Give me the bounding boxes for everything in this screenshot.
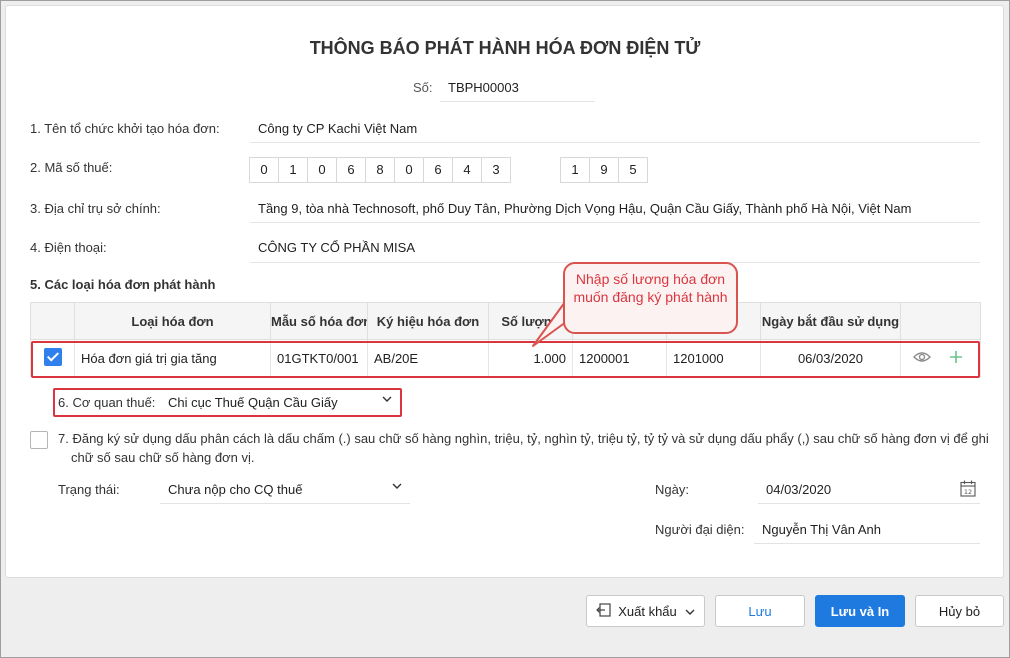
tax-code-label: 2. Mã số thuế: [30,160,113,175]
representative-input[interactable]: Nguyễn Thị Vân Anh [754,516,980,544]
col-template: Mẫu số hóa đơn [270,302,368,340]
representative-value: Nguyễn Thị Vân Anh [762,522,882,537]
tax-digit: 8 [365,157,395,183]
cancel-button[interactable]: Hủy bỏ [915,595,1004,627]
col-symbol: Ký hiệu hóa đơn [367,302,489,340]
calendar-icon[interactable]: 12 [960,480,976,500]
representative-label: Người đại diện: [655,522,745,537]
svg-text:12: 12 [964,488,972,496]
date-input[interactable]: 04/03/2020 12 [758,476,980,504]
invoice-types-title: 5. Các loại hóa đơn phát hành [30,277,216,292]
address-value: Tầng 9, tòa nhà Technosoft, phố Duy Tân,… [258,201,912,216]
tax-office-value: Chi cục Thuế Quận Cầu Giấy [168,395,338,410]
number-label: Số: [413,80,433,95]
export-label: Xuất khẩu [618,603,677,619]
tax-code-suffix[interactable]: 1 9 5 [560,157,648,183]
separator-checkbox[interactable] [30,431,48,449]
org-name-value: Công ty CP Kachi Việt Nam [258,121,418,136]
tax-digit: 6 [336,157,366,183]
separator-option-line1: 7. Đăng ký sử dụng dấu phân cách là dấu … [58,431,989,446]
separator-option-line2: chữ số sau chữ số hàng đơn vị. [71,450,255,465]
status-label: Trạng thái: [58,482,120,497]
save-button[interactable]: Lưu [715,595,805,627]
tax-digit: 5 [618,157,648,183]
phone-label: 4. Điện thoại: [30,240,107,255]
tax-digit: 3 [481,157,511,183]
export-icon [596,602,612,621]
highlight-row-box [31,341,980,378]
save-and-print-button[interactable]: Lưu và In [815,595,905,627]
table-header-row: Loại hóa đơn Mẫu số hóa đơn Ký hiệu hóa … [30,302,981,340]
tax-office-label: 6. Cơ quan thuế: [58,395,156,410]
tax-digit: 0 [249,157,279,183]
callout-tooltip: Nhập số lương hóa đơn muốn đăng ký phát … [563,262,738,334]
col-select [30,302,75,340]
page-title: THÔNG BÁO PHÁT HÀNH HÓA ĐƠN ĐIỆN TỬ [309,38,701,58]
export-button[interactable]: Xuất khẩu [586,595,705,627]
tax-digit: 1 [560,157,590,183]
number-input[interactable]: TBPH00003 [440,74,595,102]
tax-digit: 6 [423,157,453,183]
tax-digit: 1 [278,157,308,183]
divider [250,142,980,143]
chevron-down-icon [685,604,695,619]
phone-value: CÔNG TY CỔ PHẦN MISA [258,240,415,255]
date-value: 04/03/2020 [766,482,832,497]
chevron-down-icon [382,396,392,403]
tax-digit: 0 [394,157,424,183]
status-value: Chưa nộp cho CQ thuế [168,482,303,497]
divider [250,222,980,223]
col-start-date: Ngày bắt đầu sử dụng [760,302,901,340]
status-select[interactable]: Chưa nộp cho CQ thuế [160,476,410,504]
chevron-down-icon [392,483,402,490]
tax-code-digits[interactable]: 0 1 0 6 8 0 6 4 3 [249,157,511,183]
col-actions [900,302,981,340]
org-name-label: 1. Tên tổ chức khởi tạo hóa đơn: [30,121,220,136]
tax-office-select[interactable]: Chi cục Thuế Quận Cầu Giấy [160,389,400,417]
address-label: 3. Địa chỉ trụ sở chính: [30,201,161,216]
date-label: Ngày: [655,482,689,497]
tax-digit: 0 [307,157,337,183]
col-invoice-type: Loại hóa đơn [74,302,271,340]
tax-digit: 9 [589,157,619,183]
tax-digit: 4 [452,157,482,183]
